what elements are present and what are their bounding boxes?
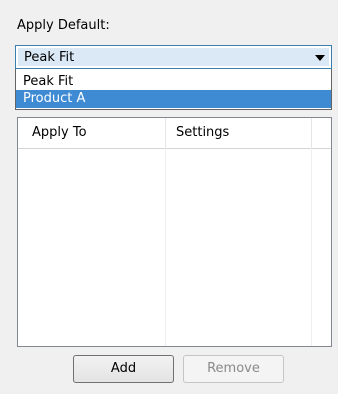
column-gridline: [311, 148, 312, 346]
column-header-filler: [312, 118, 331, 148]
dropdown-option-product-a[interactable]: Product A: [16, 90, 331, 108]
combobox-selected-value: Peak Fit: [24, 50, 75, 65]
apply-default-label: Apply Default:: [17, 18, 110, 33]
column-gridline: [165, 148, 166, 346]
dropdown-option-peak-fit[interactable]: Peak Fit: [16, 73, 331, 91]
remove-button[interactable]: Remove: [183, 355, 284, 383]
column-header-settings[interactable]: Settings: [166, 118, 312, 148]
apply-default-combobox[interactable]: Peak Fit: [15, 45, 332, 69]
chevron-down-icon[interactable]: [315, 55, 325, 61]
column-header-apply-to[interactable]: Apply To: [18, 118, 166, 148]
apply-settings-table[interactable]: Apply To Settings: [17, 117, 332, 347]
apply-default-dropdown-list: Peak Fit Product A: [15, 69, 332, 110]
table-header: Apply To Settings: [18, 118, 331, 149]
add-button[interactable]: Add: [73, 355, 174, 383]
